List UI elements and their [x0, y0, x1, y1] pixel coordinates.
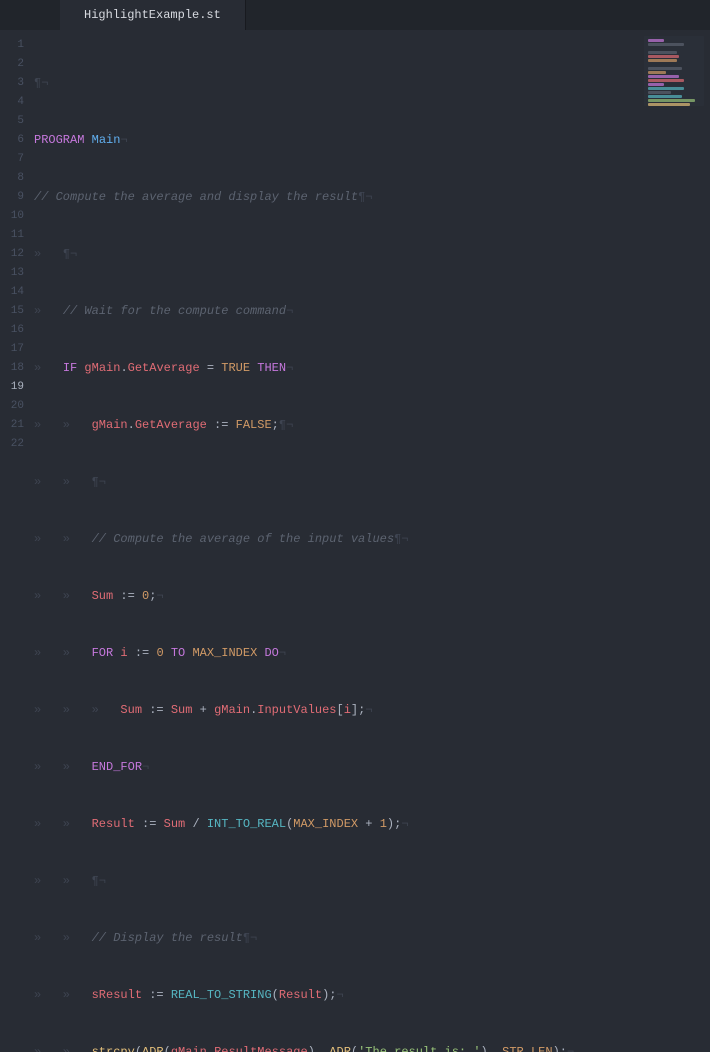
- line-number: 5: [0, 112, 24, 131]
- line-number: 22: [0, 435, 24, 454]
- line-number: 20: [0, 397, 24, 416]
- line-number: 19: [0, 378, 24, 397]
- tab-bar: HighlightExample.st: [0, 0, 710, 30]
- line-number: 13: [0, 264, 24, 283]
- line-number: 10: [0, 207, 24, 226]
- line-number: 2: [0, 55, 24, 74]
- line-number: 4: [0, 93, 24, 112]
- line-number: 11: [0, 226, 24, 245]
- line-number: 16: [0, 321, 24, 340]
- line-number: 15: [0, 302, 24, 321]
- editor: 12345678910111213141516171819202122 ¶¬ P…: [0, 30, 710, 526]
- line-number: 18: [0, 359, 24, 378]
- line-number: 21: [0, 416, 24, 435]
- minimap[interactable]: [644, 36, 704, 106]
- line-number: 14: [0, 283, 24, 302]
- line-number: 8: [0, 169, 24, 188]
- code-area[interactable]: ¶¬ PROGRAM Main¬ // Compute the average …: [34, 30, 710, 526]
- line-number: 6: [0, 131, 24, 150]
- tab-filename: HighlightExample.st: [84, 8, 221, 22]
- line-gutter: 12345678910111213141516171819202122: [0, 30, 34, 526]
- file-tab[interactable]: HighlightExample.st: [60, 0, 246, 30]
- line-number: 1: [0, 36, 24, 55]
- line-number: 3: [0, 74, 24, 93]
- line-number: 12: [0, 245, 24, 264]
- line-number: 9: [0, 188, 24, 207]
- line-number: 7: [0, 150, 24, 169]
- line-number: 17: [0, 340, 24, 359]
